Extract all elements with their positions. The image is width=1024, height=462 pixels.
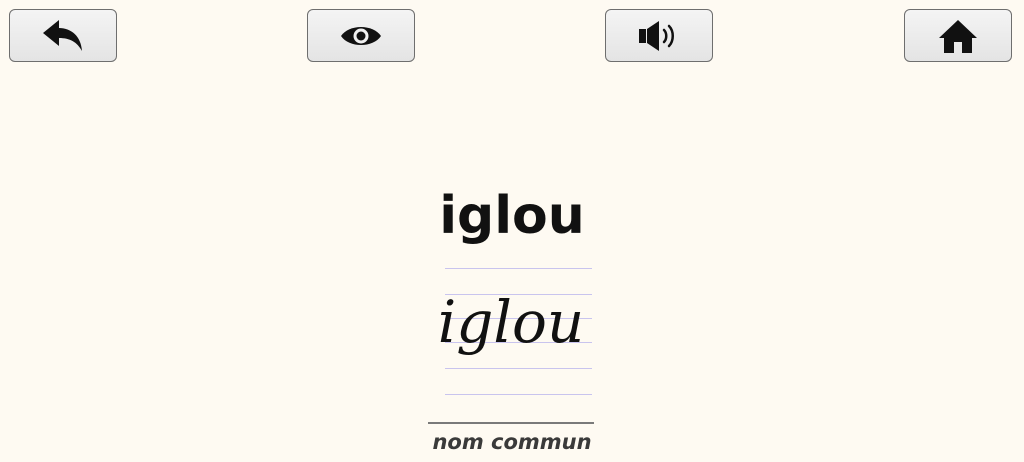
divider — [428, 422, 594, 424]
show-button[interactable] — [307, 9, 415, 62]
word-print: iglou — [439, 186, 585, 246]
home-icon — [939, 19, 977, 53]
cursive-word-area: iglou — [438, 268, 592, 395]
speaker-icon — [639, 20, 674, 51]
sound-button[interactable] — [605, 9, 713, 62]
eye-icon — [341, 26, 381, 45]
word-cursive: iglou — [438, 288, 585, 356]
back-arrow-icon — [43, 19, 82, 51]
word-category: nom commun — [432, 430, 592, 454]
back-button[interactable] — [9, 9, 117, 62]
home-button[interactable] — [904, 9, 1012, 62]
